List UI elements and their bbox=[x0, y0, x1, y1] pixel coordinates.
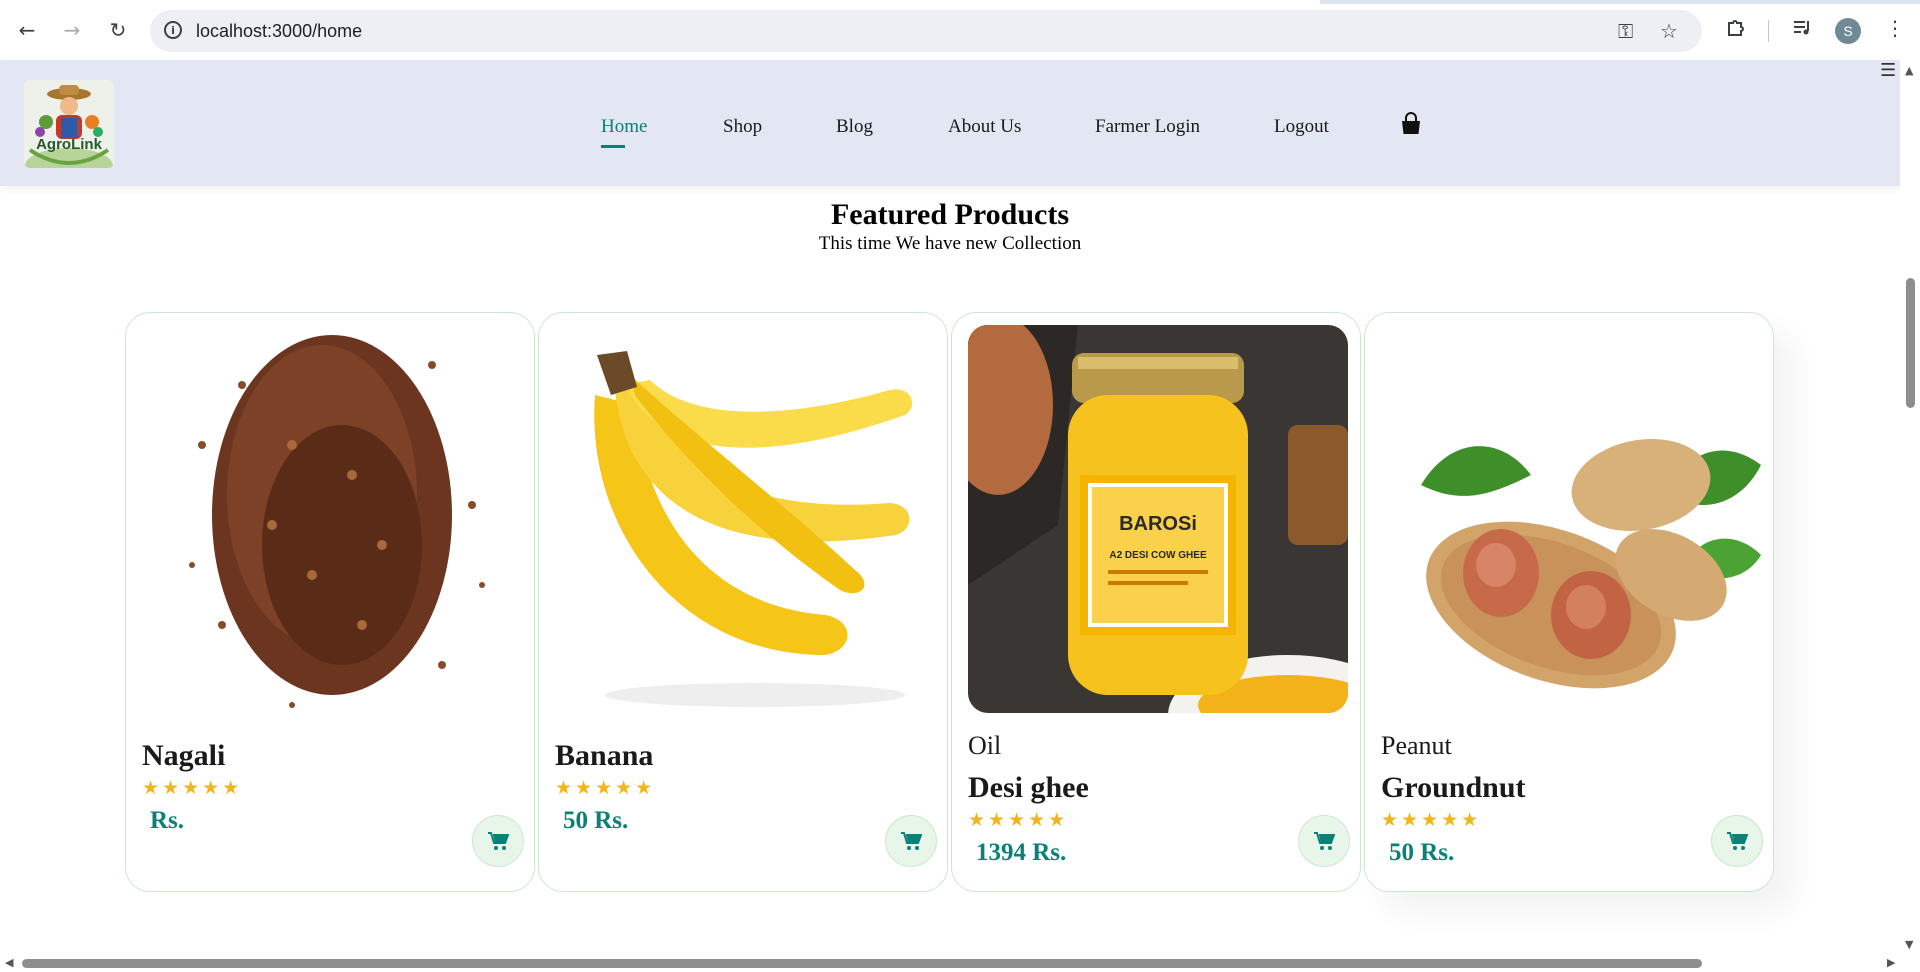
rating-stars: ★★★★★ bbox=[142, 777, 243, 799]
cart-icon bbox=[1727, 832, 1748, 850]
product-name: Desi ghee bbox=[968, 771, 1089, 804]
product-image[interactable]: BAROSi A2 DESI COW GHEE bbox=[968, 325, 1348, 713]
puzzle-icon[interactable] bbox=[1725, 16, 1747, 43]
banana-image bbox=[555, 325, 935, 713]
media-queue-icon[interactable] bbox=[1791, 16, 1813, 43]
jar-product-label: A2 DESI COW GHEE bbox=[1109, 550, 1207, 561]
peanut-image bbox=[1381, 325, 1761, 713]
nav-farmer-login[interactable]: Farmer Login bbox=[1095, 116, 1200, 138]
key-icon[interactable]: ⚿ bbox=[1618, 19, 1633, 43]
nav-home[interactable]: Home bbox=[601, 116, 647, 148]
forward-arrow-icon[interactable]: → bbox=[58, 16, 86, 44]
product-name: Nagali bbox=[142, 739, 226, 772]
add-to-cart-button[interactable] bbox=[472, 815, 524, 867]
scroll-down-arrow-icon[interactable]: ▼ bbox=[1905, 938, 1913, 951]
main-nav: Home Shop Blog About Us Farmer Login Log… bbox=[0, 116, 1900, 156]
rating-stars: ★★★★★ bbox=[1381, 809, 1482, 831]
browser-toolbar: ← → ↻ i localhost:3000/home ⚿ ☆ S ⋮ bbox=[0, 0, 1920, 61]
add-to-cart-button[interactable] bbox=[1711, 815, 1763, 867]
site-header: AgroLink Home Shop Blog About Us Farmer … bbox=[0, 60, 1900, 186]
scroll-up-arrow-icon[interactable]: ▲ bbox=[1905, 64, 1913, 77]
scroll-right-arrow-icon[interactable]: ▶ bbox=[1887, 956, 1895, 969]
sidebar-toggle-icon[interactable]: ☰ bbox=[1880, 60, 1896, 81]
nav-shop[interactable]: Shop bbox=[723, 116, 762, 138]
product-card[interactable]: Nagali ★★★★★ Rs. bbox=[125, 312, 535, 892]
cart-icon bbox=[488, 832, 509, 850]
back-arrow-icon[interactable]: ← bbox=[13, 16, 41, 44]
millet-image bbox=[142, 325, 522, 713]
kebab-menu-icon[interactable]: ⋮ bbox=[1885, 16, 1905, 40]
ghee-jar-image: BAROSi A2 DESI COW GHEE bbox=[968, 325, 1348, 713]
cart-icon bbox=[1314, 832, 1335, 850]
cart-icon bbox=[901, 832, 922, 850]
product-price: 50 Rs. bbox=[1389, 839, 1455, 866]
section-title: Featured Products bbox=[830, 198, 1070, 231]
product-card[interactable]: Peanut Groundnut ★★★★★ 50 Rs. bbox=[1364, 312, 1774, 892]
reload-icon[interactable]: ↻ bbox=[104, 16, 132, 44]
scroll-left-arrow-icon[interactable]: ◀ bbox=[5, 956, 13, 969]
profile-avatar[interactable]: S bbox=[1835, 18, 1861, 44]
product-name: Banana bbox=[555, 739, 654, 772]
product-brand: Oil bbox=[968, 731, 1002, 760]
rating-stars: ★★★★★ bbox=[555, 777, 656, 799]
address-bar[interactable]: i localhost:3000/home ⚿ ☆ bbox=[150, 10, 1702, 52]
horizontal-scroll-thumb[interactable] bbox=[22, 959, 1702, 968]
url-text[interactable]: localhost:3000/home bbox=[196, 21, 362, 42]
product-image[interactable] bbox=[1381, 325, 1761, 713]
jar-brand-label: BAROSi bbox=[1119, 513, 1197, 535]
info-icon[interactable]: i bbox=[164, 21, 182, 39]
vertical-scrollbar[interactable]: ▲ ▼ bbox=[1900, 60, 1920, 972]
active-tab-edge bbox=[0, 0, 1320, 4]
toolbar-divider bbox=[1768, 20, 1769, 42]
add-to-cart-button[interactable] bbox=[885, 815, 937, 867]
nav-blog[interactable]: Blog bbox=[836, 116, 873, 138]
horizontal-scrollbar[interactable]: ◀ ▶ bbox=[0, 955, 1900, 972]
product-image[interactable] bbox=[555, 325, 935, 713]
section-subtitle: This time We have new Collection bbox=[818, 233, 1082, 254]
star-icon[interactable]: ☆ bbox=[1660, 19, 1678, 43]
product-name: Groundnut bbox=[1381, 771, 1526, 804]
product-brand: Peanut bbox=[1381, 731, 1452, 760]
shopping-bag-icon[interactable] bbox=[1400, 112, 1422, 136]
vertical-scroll-thumb[interactable] bbox=[1906, 278, 1915, 408]
product-price: 1394 Rs. bbox=[976, 839, 1067, 866]
rating-stars: ★★★★★ bbox=[968, 809, 1069, 831]
product-card[interactable]: Banana ★★★★★ 50 Rs. bbox=[538, 312, 948, 892]
product-card[interactable]: BAROSi A2 DESI COW GHEE Oil Desi ghee ★★… bbox=[951, 312, 1361, 892]
product-image[interactable] bbox=[142, 325, 522, 713]
product-price: 50 Rs. bbox=[563, 807, 629, 834]
add-to-cart-button[interactable] bbox=[1298, 815, 1350, 867]
nav-about-us[interactable]: About Us bbox=[948, 116, 1021, 138]
product-price: Rs. bbox=[150, 807, 185, 834]
nav-logout[interactable]: Logout bbox=[1274, 116, 1329, 138]
